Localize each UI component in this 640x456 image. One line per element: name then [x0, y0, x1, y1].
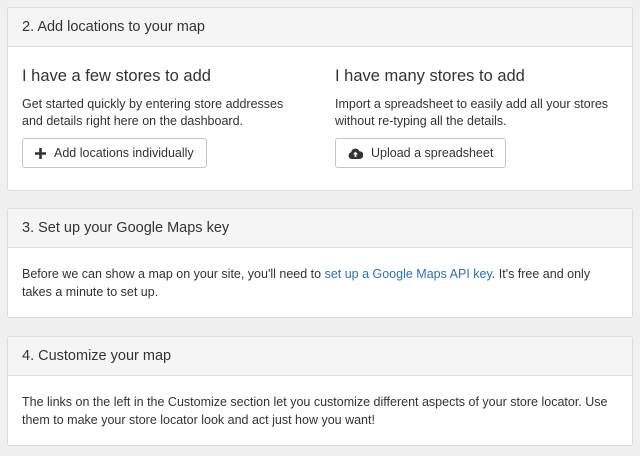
- add-locations-individually-button[interactable]: Add locations individually: [22, 138, 207, 168]
- many-stores-description: Import a spreadsheet to easily add all y…: [335, 97, 609, 128]
- section-title: 2. Add locations to your map: [8, 8, 632, 47]
- google-maps-key-text: Before we can show a map on your site, y…: [22, 265, 622, 301]
- section-title: 4. Customize your map: [8, 337, 632, 376]
- customize-map-text: The links on the left in the Customize s…: [22, 395, 608, 427]
- many-stores-heading: I have many stores to add: [335, 67, 525, 85]
- add-locations-panel: 2. Add locations to your map I have a fe…: [7, 7, 633, 191]
- few-stores-description: Get started quickly by entering store ad…: [22, 97, 284, 128]
- cloud-upload-icon: [348, 148, 363, 159]
- google-maps-api-key-link[interactable]: set up a Google Maps API key: [325, 267, 492, 281]
- upload-spreadsheet-button[interactable]: Upload a spreadsheet: [335, 138, 507, 168]
- upload-spreadsheet-label: Upload a spreadsheet: [371, 146, 494, 160]
- section-title: 3. Set up your Google Maps key: [8, 209, 632, 248]
- google-maps-key-panel: 3. Set up your Google Maps key Before we…: [7, 208, 633, 318]
- plus-icon: [35, 147, 46, 159]
- google-maps-key-text-before: Before we can show a map on your site, y…: [22, 267, 325, 281]
- add-locations-individually-label: Add locations individually: [54, 146, 194, 160]
- few-stores-heading: I have a few stores to add: [22, 67, 211, 85]
- customize-map-panel: 4. Customize your map The links on the l…: [7, 336, 633, 446]
